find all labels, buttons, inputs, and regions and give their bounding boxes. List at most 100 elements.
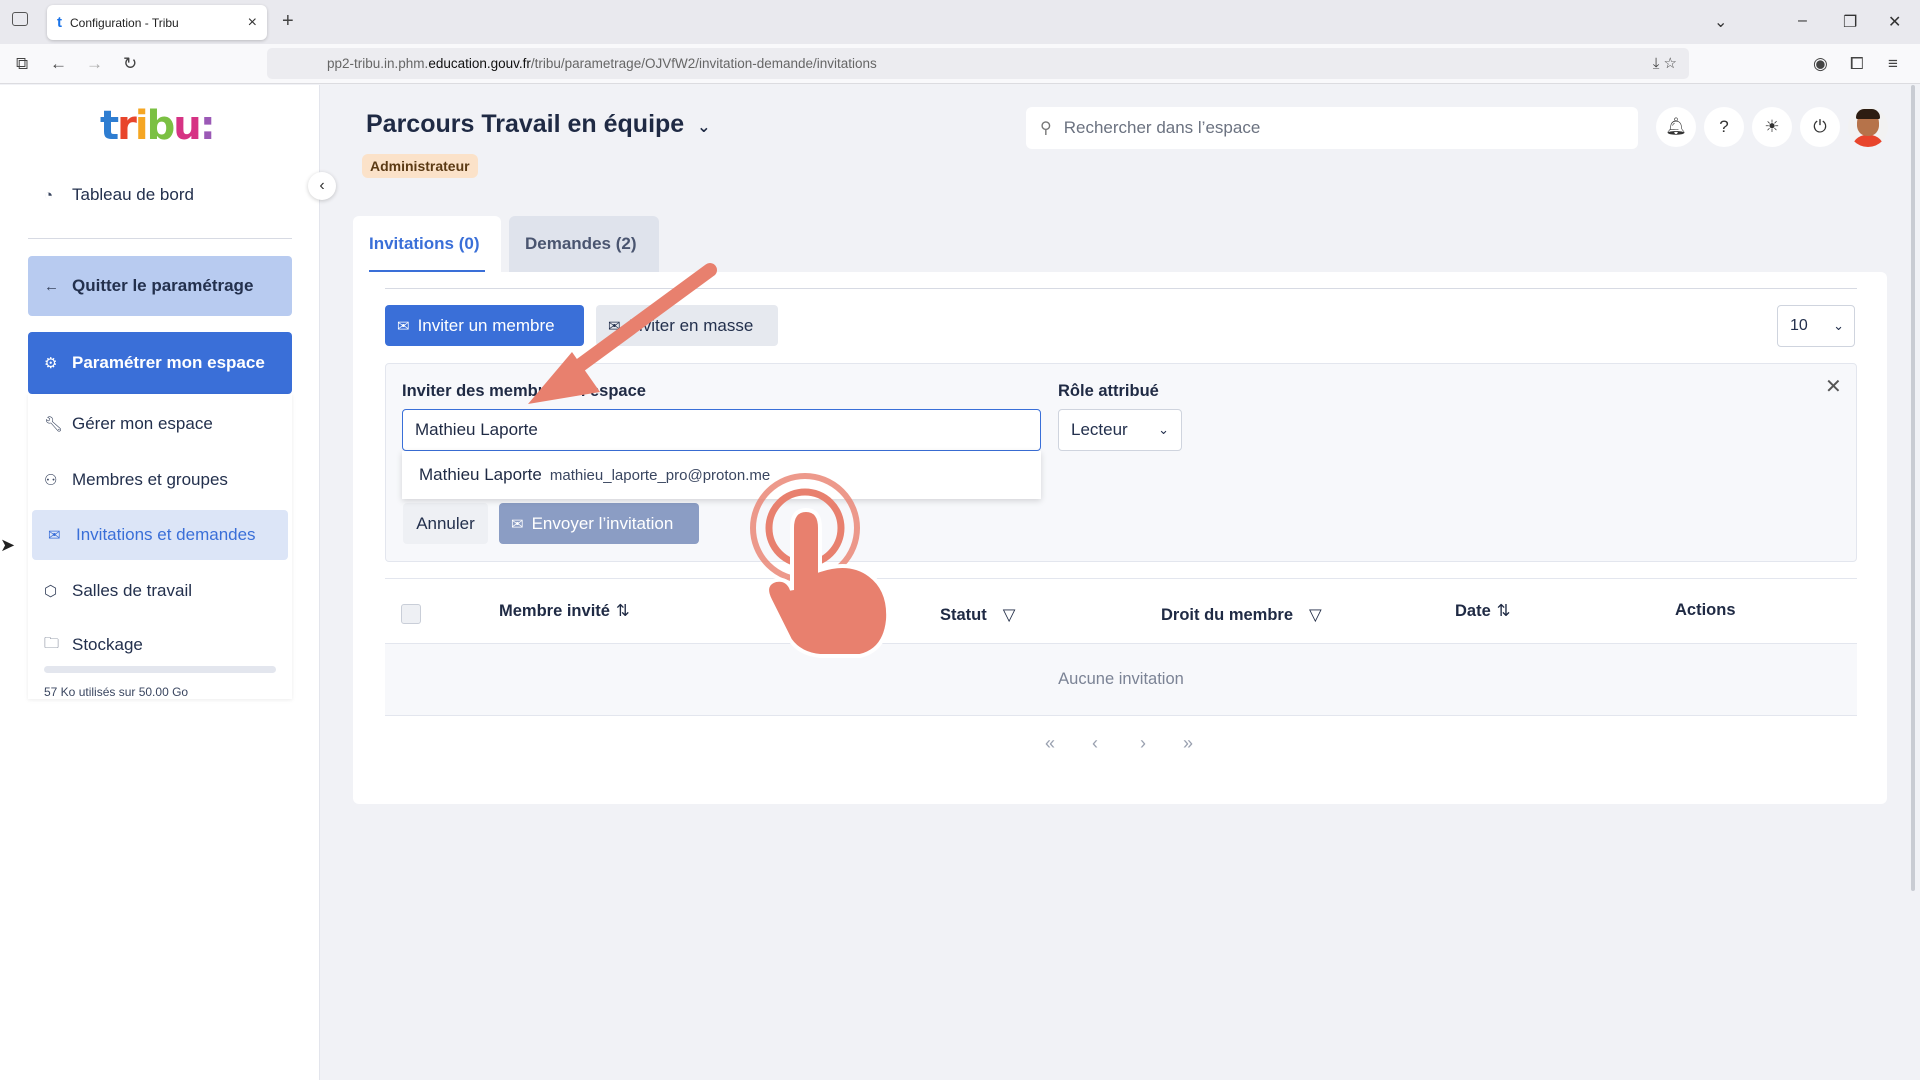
- bookmark-star-icon[interactable]: ⤓ ☆: [1653, 54, 1677, 72]
- tab-list-icon[interactable]: [12, 12, 28, 26]
- sidebar-toggle-icon[interactable]: ⧉: [16, 54, 28, 74]
- invite-member-button[interactable]: ✉ Inviter un membre: [385, 305, 584, 346]
- sidebar-item-label: Salles de travail: [72, 581, 193, 600]
- close-tab-icon[interactable]: ×: [248, 14, 257, 32]
- last-page-icon[interactable]: »: [1183, 733, 1193, 754]
- cube-icon: ⬡: [44, 583, 58, 600]
- forward-icon[interactable]: →: [86, 54, 103, 74]
- url-prefix: pp2-tribu.in.phm.: [327, 56, 429, 71]
- power-icon: ⏻: [1813, 117, 1827, 136]
- tab-overflow-icon[interactable]: ⌄: [1714, 12, 1727, 32]
- storage-usage-text: 57 Ko utilisés sur 50.00 Go: [44, 685, 189, 699]
- sidebar-item-workrooms[interactable]: ⬡ Salles de travail: [28, 566, 292, 616]
- first-page-icon[interactable]: «: [1045, 733, 1055, 754]
- column-status[interactable]: Statut ▽: [940, 605, 1015, 625]
- filter-icon[interactable]: ▽: [1003, 606, 1016, 624]
- chevron-down-icon: ⌄: [697, 119, 711, 136]
- bell-icon: 🔔︎: [1665, 117, 1687, 136]
- member-name-input[interactable]: [402, 409, 1041, 451]
- url-bar[interactable]: pp2-tribu.in.phm. education.gouv.fr/tribu…: [267, 48, 1689, 79]
- empty-table-message: Aucune invitation: [385, 644, 1857, 716]
- logout-button[interactable]: ⏻: [1800, 107, 1840, 147]
- users-icon: ⚇: [44, 472, 58, 489]
- mail-icon: ✉: [608, 317, 621, 335]
- sidebar-item-invitations[interactable]: ✉ Invitations et demandes: [32, 510, 288, 560]
- role-label: Rôle attribué: [1058, 382, 1159, 400]
- menu-icon[interactable]: ≡: [1888, 54, 1898, 74]
- folder-icon: 🗀: [44, 634, 60, 652]
- new-tab-icon[interactable]: +: [282, 10, 294, 33]
- extensions-icon[interactable]: ⧠: [1850, 54, 1864, 74]
- select-all-checkbox[interactable]: [401, 604, 421, 624]
- sidebar-item-label: Quitter le paramétrage: [72, 276, 254, 295]
- page-scrollbar[interactable]: [1911, 85, 1915, 891]
- quit-settings-button[interactable]: ← Quitter le paramétrage: [28, 256, 292, 316]
- table-header: Membre invité ⇅ Statut ▽ Droit du membre ▽ …: [385, 578, 1857, 644]
- theme-toggle-button[interactable]: ☀: [1752, 107, 1792, 147]
- browser-tab-strip: t Configuration - Tribu × + ⌄ – ❐ ✕: [0, 0, 1920, 44]
- restore-icon[interactable]: ❐: [1843, 12, 1857, 32]
- sidebar-item-label: Gérer mon espace: [72, 414, 213, 433]
- search-input[interactable]: ⚲ Rechercher dans l’espace: [1026, 107, 1638, 149]
- mouse-cursor-icon: ➤: [0, 535, 16, 555]
- account-icon[interactable]: ◉: [1813, 54, 1828, 74]
- column-date[interactable]: Date ⇅: [1455, 601, 1511, 621]
- back-icon[interactable]: ←: [50, 54, 67, 74]
- gauge-icon: ◔: [44, 186, 54, 204]
- sort-icon[interactable]: ⇅: [616, 602, 630, 620]
- search-placeholder: Rechercher dans l’espace: [1063, 118, 1261, 137]
- chevron-down-icon: ⌄: [1158, 422, 1169, 437]
- per-page-select[interactable]: 10 ⌄: [1777, 305, 1855, 347]
- tab-invitations[interactable]: Invitations (0): [353, 216, 501, 272]
- sidebar-item-label: Paramétrer mon espace: [72, 353, 265, 372]
- window-close-icon[interactable]: ✕: [1888, 12, 1901, 32]
- members-label: Inviter des membres à l’espace: [402, 382, 646, 400]
- collapse-sidebar-button[interactable]: ‹: [308, 172, 336, 200]
- reload-icon[interactable]: ↻: [123, 54, 137, 74]
- tribu-logo[interactable]: tribu:: [100, 103, 216, 149]
- role-select[interactable]: Lecteur ⌄: [1058, 409, 1182, 451]
- close-icon[interactable]: ✕: [1825, 374, 1842, 399]
- next-page-icon[interactable]: ›: [1140, 733, 1146, 754]
- mail-icon: ✉: [48, 527, 61, 544]
- sidebar-item-storage[interactable]: 🗀 Stockage: [28, 620, 292, 670]
- sun-icon: ☀: [1764, 117, 1780, 136]
- tab-requests[interactable]: Demandes (2): [509, 216, 659, 272]
- minimize-icon[interactable]: –: [1798, 12, 1807, 30]
- sidebar-item-label: Membres et groupes: [72, 470, 228, 489]
- search-icon: ⚲: [1040, 120, 1052, 137]
- help-button[interactable]: ?: [1704, 107, 1744, 147]
- notifications-button[interactable]: 🔔︎: [1656, 107, 1696, 147]
- cancel-button[interactable]: Annuler: [403, 503, 488, 544]
- column-member[interactable]: Membre invité ⇅: [499, 601, 630, 621]
- filter-icon[interactable]: ▽: [1309, 606, 1322, 624]
- arrow-left-icon: ←: [44, 277, 59, 295]
- url-domain: education.gouv.fr: [428, 56, 531, 71]
- sidebar-item-label: Tableau de bord: [72, 185, 194, 204]
- sidebar-divider: [28, 238, 292, 239]
- sidebar-item-dashboard[interactable]: ◔ Tableau de bord: [28, 175, 292, 215]
- browser-tab-title: Configuration - Tribu: [70, 15, 179, 30]
- mail-icon: ✉: [511, 515, 524, 533]
- gear-icon: ⚙: [44, 355, 58, 372]
- invite-mass-button[interactable]: ✉ Inviter en masse: [596, 305, 778, 346]
- member-suggestion[interactable]: Mathieu Laporte mathieu_laporte_pro@prot…: [402, 451, 1041, 499]
- sidebar-item-manage[interactable]: 🔧︎ Gérer mon espace: [28, 399, 292, 449]
- column-actions: Actions: [1675, 601, 1736, 619]
- sidebar-item-configure[interactable]: ⚙ Paramétrer mon espace: [28, 332, 292, 394]
- tribu-favicon-icon: t: [57, 14, 62, 31]
- chevron-left-icon: ‹: [319, 177, 325, 194]
- send-invitation-button[interactable]: ✉ Envoyer l’invitation: [499, 503, 699, 544]
- sidebar-item-label: Stockage: [72, 635, 143, 654]
- sidebar-item-label: Invitations et demandes: [76, 525, 256, 544]
- page-title[interactable]: Parcours Travail en équipe ⌄: [366, 110, 711, 139]
- avatar[interactable]: [1848, 107, 1888, 147]
- sort-icon[interactable]: ⇅: [1497, 602, 1511, 620]
- role-badge: Administrateur: [362, 154, 478, 178]
- prev-page-icon[interactable]: ‹: [1092, 733, 1098, 754]
- browser-tab[interactable]: t Configuration - Tribu ×: [47, 5, 267, 40]
- mail-icon: ✉: [397, 317, 410, 335]
- storage-progress-bar: [44, 666, 276, 673]
- column-right[interactable]: Droit du membre ▽: [1161, 605, 1322, 625]
- sidebar-item-members[interactable]: ⚇ Membres et groupes: [28, 455, 292, 505]
